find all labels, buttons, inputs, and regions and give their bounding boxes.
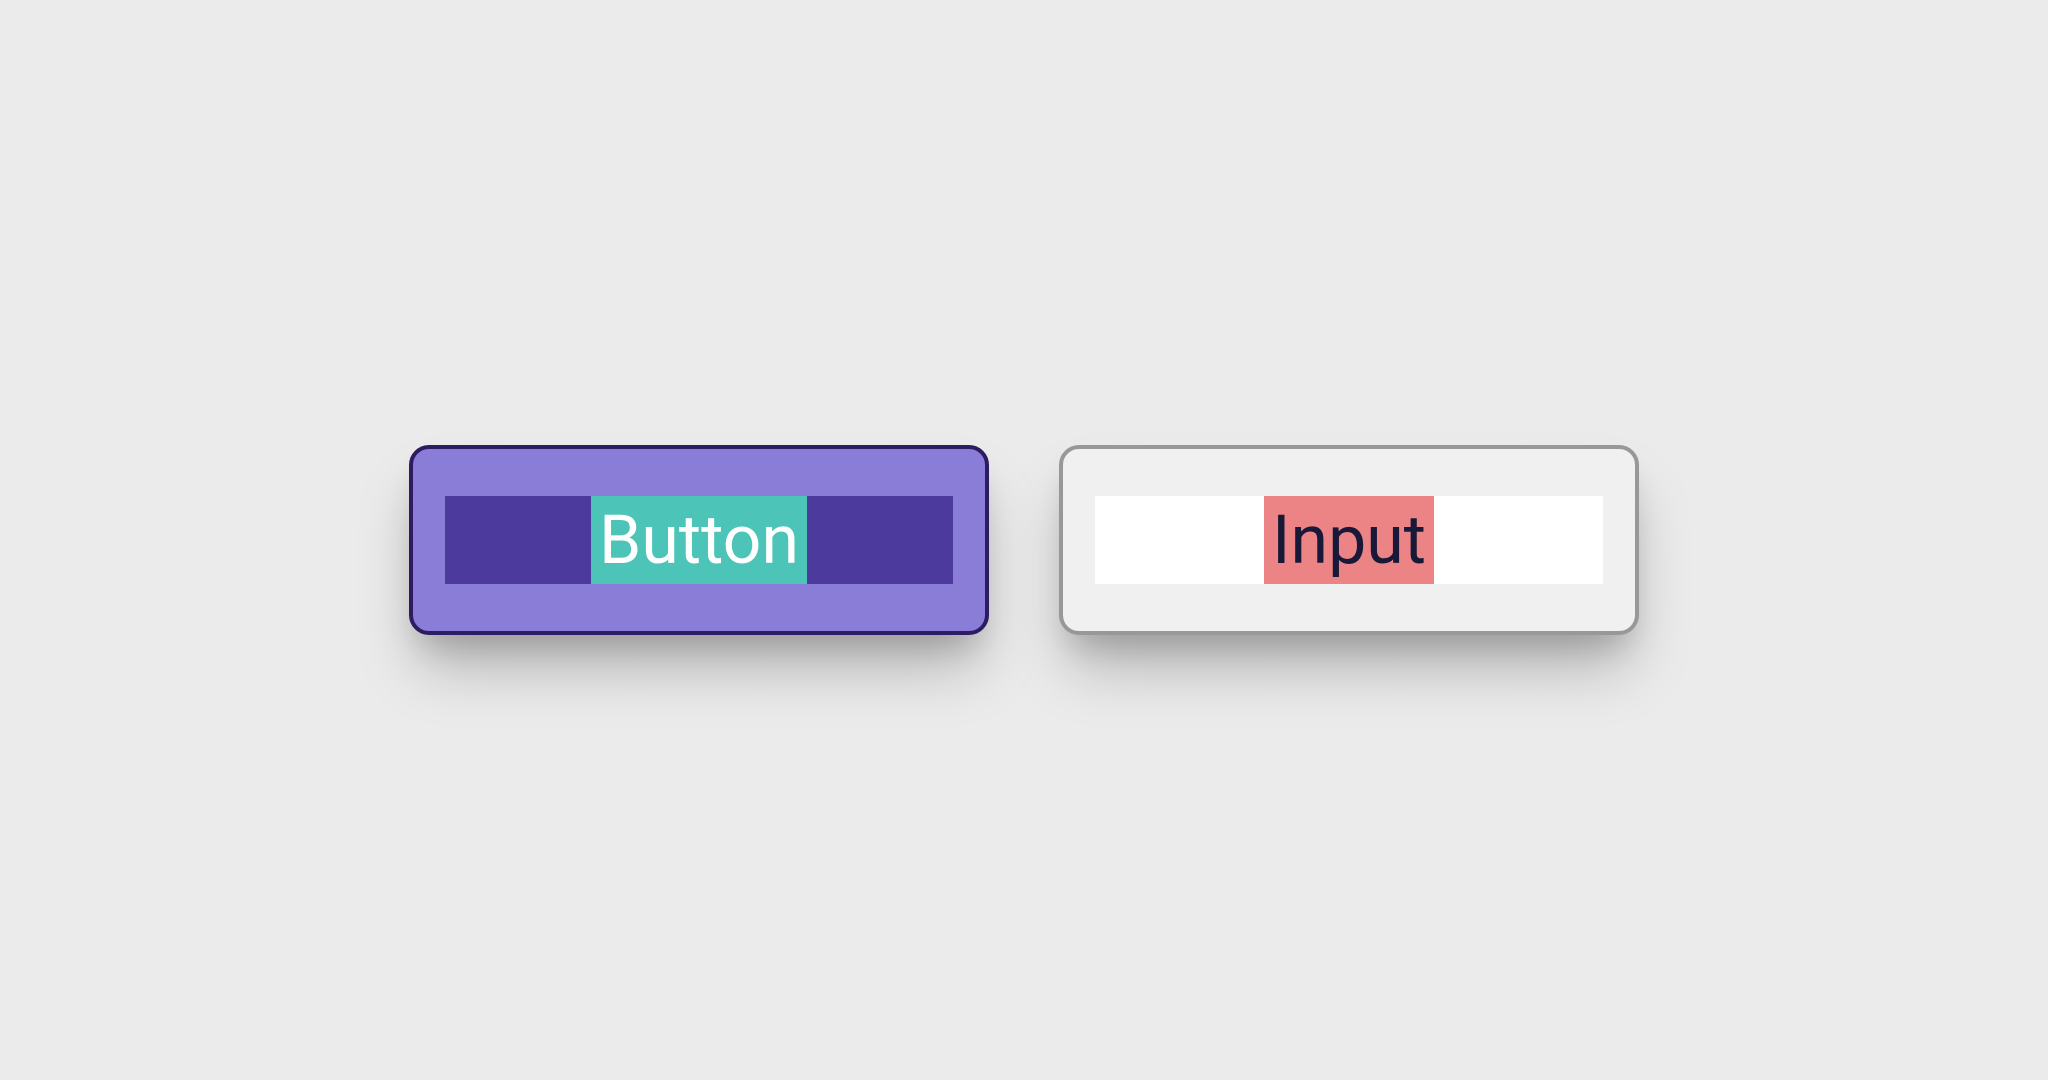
button-label: Button: [591, 496, 807, 584]
input-label: Input: [1264, 496, 1434, 584]
button-component[interactable]: Button: [409, 445, 989, 635]
input-component[interactable]: Input: [1059, 445, 1639, 635]
input-content-area: Input: [1095, 496, 1603, 584]
button-content-area: Button: [445, 496, 953, 584]
